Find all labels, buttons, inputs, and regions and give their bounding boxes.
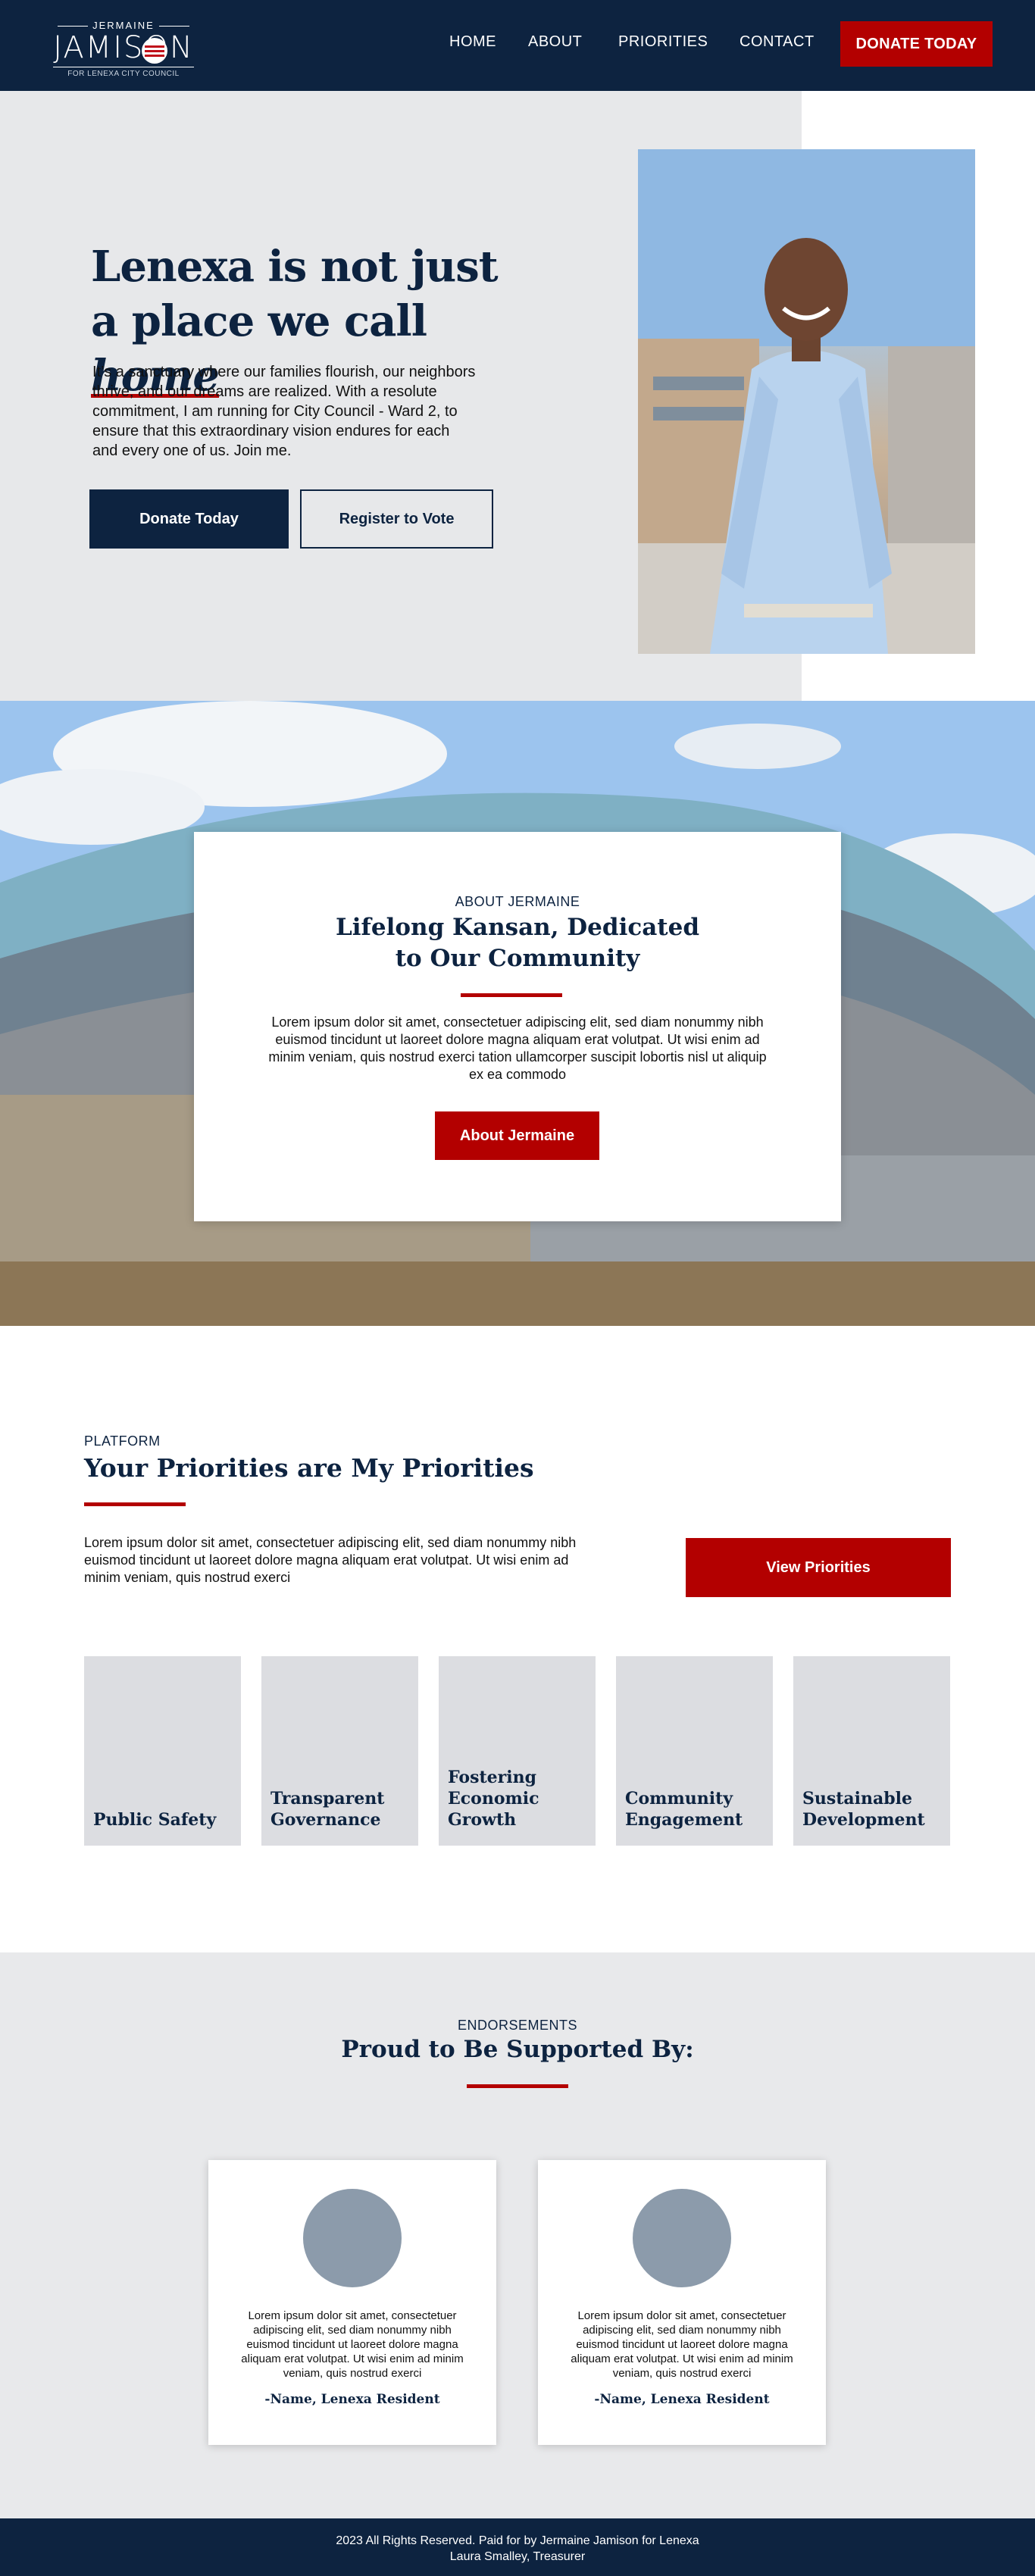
priority-tile-economic-growth[interactable]: Fostering Economic Growth [439,1656,596,1846]
endorsement-card: Lorem ipsum dolor sit amet, consectetuer… [538,2160,826,2445]
priority-tile-public-safety[interactable]: Public Safety [84,1656,241,1846]
about-section: ABOUT JERMAINE Lifelong Kansan, Dedicate… [0,701,1035,1326]
view-priorities-button[interactable]: View Priorities [686,1538,951,1597]
endorsement-quote: Lorem ipsum dolor sit amet, consectetuer… [571,2309,793,2380]
endorser-name: -Name, Lenexa Resident [594,2392,770,2407]
priority-tile-transparent-governance[interactable]: Transparent Governance [261,1656,418,1846]
about-eyebrow: ABOUT JERMAINE [455,894,580,909]
about-divider [461,993,562,997]
register-to-vote-button[interactable]: Register to Vote [300,489,493,549]
about-title: Lifelong Kansan, Dedicated to Our Commun… [335,914,700,972]
about-jermaine-button[interactable]: About Jermaine [435,1111,599,1160]
endorsements-eyebrow: ENDORSEMENTS [457,2018,577,2033]
nav-priorities[interactable]: PRIORITIES [618,33,708,51]
about-text: Lorem ipsum dolor sit amet, consectetuer… [268,1014,767,1082]
logo-first-name: JERMAINE [92,20,155,31]
footer-disclaimer: 2023 All Rights Reserved. Paid for by Je… [336,2534,699,2547]
platform-divider [84,1502,186,1506]
platform-title: Your Priorities are My Priorities [84,1453,534,1483]
endorsements-title: Proud to Be Supported By: [341,2036,694,2063]
header-donate-button[interactable]: DONATE TODAY [840,21,993,67]
logo-tagline: FOR LENEXA CITY COUNCIL [67,70,180,78]
endorser-avatar [633,2189,731,2287]
hero-section: Lenexa is not just a place we call home … [0,91,1035,701]
about-card: ABOUT JERMAINE Lifelong Kansan, Dedicate… [194,832,841,1221]
nav-home[interactable]: HOME [449,33,496,51]
endorser-name: -Name, Lenexa Resident [264,2392,440,2407]
hero-intro-text: It’s a sanctuary where our families flou… [92,364,476,459]
hero-donate-button[interactable]: Donate Today [89,489,289,549]
platform-text: Lorem ipsum dolor sit amet, consectetuer… [84,1535,577,1585]
candidate-portrait [638,149,975,654]
endorsement-quote: Lorem ipsum dolor sit amet, consectetuer… [241,2309,464,2380]
site-header: JERMAINE JAMISON FOR LENEXA CITY COUNCIL… [0,0,1035,91]
site-footer: 2023 All Rights Reserved. Paid for by Je… [0,2518,1035,2576]
endorser-avatar [303,2189,402,2287]
nav-contact[interactable]: CONTACT [740,33,815,51]
priority-tile-sustainable-development[interactable]: Sustainable Development [793,1656,950,1846]
campaign-logo[interactable]: JERMAINE JAMISON FOR LENEXA CITY COUNCIL [53,20,194,78]
priority-tile-community-engagement[interactable]: Community Engagement [616,1656,773,1846]
footer-treasurer: Laura Smalley, Treasurer [449,2550,586,2563]
nav-about[interactable]: ABOUT [528,33,582,51]
platform-eyebrow: PLATFORM [84,1433,161,1449]
endorsement-card: Lorem ipsum dolor sit amet, consectetuer… [208,2160,496,2445]
logo-last-name: JAMISON [53,30,194,65]
platform-section: PLATFORM Your Priorities are My Prioriti… [0,1326,1035,1952]
endorsements-section: ENDORSEMENTS Proud to Be Supported By: L… [0,1952,1035,2518]
logo-flag-o-icon [142,38,167,64]
endorsements-divider [467,2084,568,2088]
